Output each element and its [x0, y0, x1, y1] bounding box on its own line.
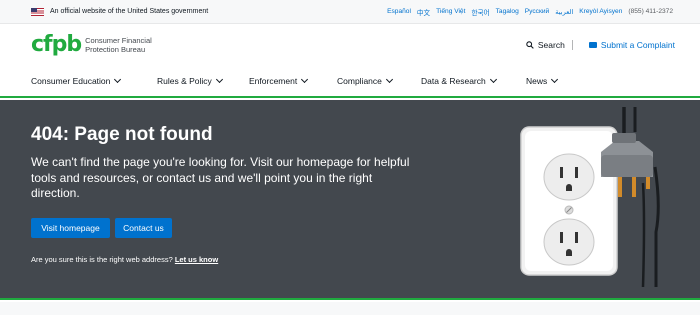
complaint-icon [588, 42, 597, 48]
nav-item-news[interactable]: News [526, 75, 559, 86]
error-hero: 404: Page not found We can't find the pa… [0, 100, 700, 300]
chevron-down-icon [301, 75, 309, 84]
search-button[interactable]: Search [526, 40, 573, 50]
gov-official-text: An official website of the United States… [50, 8, 209, 15]
page-title: 404: Page not found [31, 124, 213, 145]
gov-banner: An official website of the United States… [0, 0, 700, 24]
nav-label: News [526, 76, 548, 86]
submit-complaint-link[interactable]: Submit a Complaint [573, 40, 675, 50]
nav-label: Compliance [337, 76, 382, 86]
nav-item-consumer-education[interactable]: Consumer Education [31, 75, 157, 86]
nav-label: Data & Research [421, 76, 486, 86]
lang-link-korean[interactable]: 한국어 [471, 7, 489, 17]
lang-link-russian[interactable]: Русский [525, 8, 549, 15]
cfpb-logo[interactable]: cfpb Consumer Financial Protection Burea… [31, 34, 152, 56]
let-us-know-link[interactable]: Let us know [175, 255, 218, 264]
phone-number[interactable]: (855) 411-2372 [628, 8, 673, 15]
page: An official website of the United States… [0, 0, 700, 315]
nav-item-enforcement[interactable]: Enforcement [249, 75, 337, 86]
us-flag-icon [31, 7, 44, 16]
lang-link-arabic[interactable]: العربية [555, 8, 573, 16]
lang-link-vietnamese[interactable]: Tiếng Việt [436, 8, 465, 15]
search-icon [526, 41, 534, 49]
address-question-text: Are you sure this is the right web addre… [31, 255, 173, 264]
lang-link-tagalog[interactable]: Tagalog [496, 8, 519, 15]
search-label: Search [537, 40, 565, 50]
chevron-down-icon [551, 75, 559, 84]
outlet-plug-illustration [520, 107, 660, 287]
lang-link-haitian-creole[interactable]: Kreyòl Ayisyen [579, 8, 622, 15]
chevron-down-icon [215, 75, 223, 84]
language-list: Español 中文 Tiếng Việt 한국어 Tagalog Русски… [387, 7, 673, 17]
header-actions: Search Submit a Complaint [526, 40, 675, 50]
address-question: Are you sure this is the right web addre… [31, 255, 218, 264]
gov-official-notice: An official website of the United States… [31, 7, 209, 16]
site-header: cfpb Consumer Financial Protection Burea… [0, 25, 700, 65]
nav-label: Rules & Policy [157, 76, 212, 86]
error-description: We can't find the page you're looking fo… [31, 155, 410, 200]
nav-item-data-research[interactable]: Data & Research [421, 75, 526, 86]
nav-item-rules-policy[interactable]: Rules & Policy [157, 75, 249, 86]
nav-label: Enforcement [249, 76, 298, 86]
logo-mark: cfpb [31, 32, 82, 57]
complaint-label: Submit a Complaint [600, 40, 675, 50]
nav-label: Consumer Education [31, 76, 111, 86]
logo-line-2: Protection Bureau [85, 45, 146, 54]
contact-us-button[interactable]: Contact us [115, 218, 172, 238]
footer-strip [0, 302, 700, 315]
chevron-down-icon [489, 75, 497, 84]
lang-link-spanish[interactable]: Español [387, 8, 411, 15]
chevron-down-icon [114, 75, 122, 84]
chevron-down-icon [385, 75, 393, 84]
logo-text: Consumer Financial Protection Bureau [85, 36, 152, 54]
visit-homepage-button[interactable]: Visit homepage [31, 218, 110, 238]
main-nav: Consumer Education Rules & Policy Enforc… [0, 66, 700, 98]
nav-item-compliance[interactable]: Compliance [337, 75, 421, 86]
lang-link-chinese[interactable]: 中文 [417, 7, 430, 17]
logo-line-1: Consumer Financial [85, 36, 152, 45]
